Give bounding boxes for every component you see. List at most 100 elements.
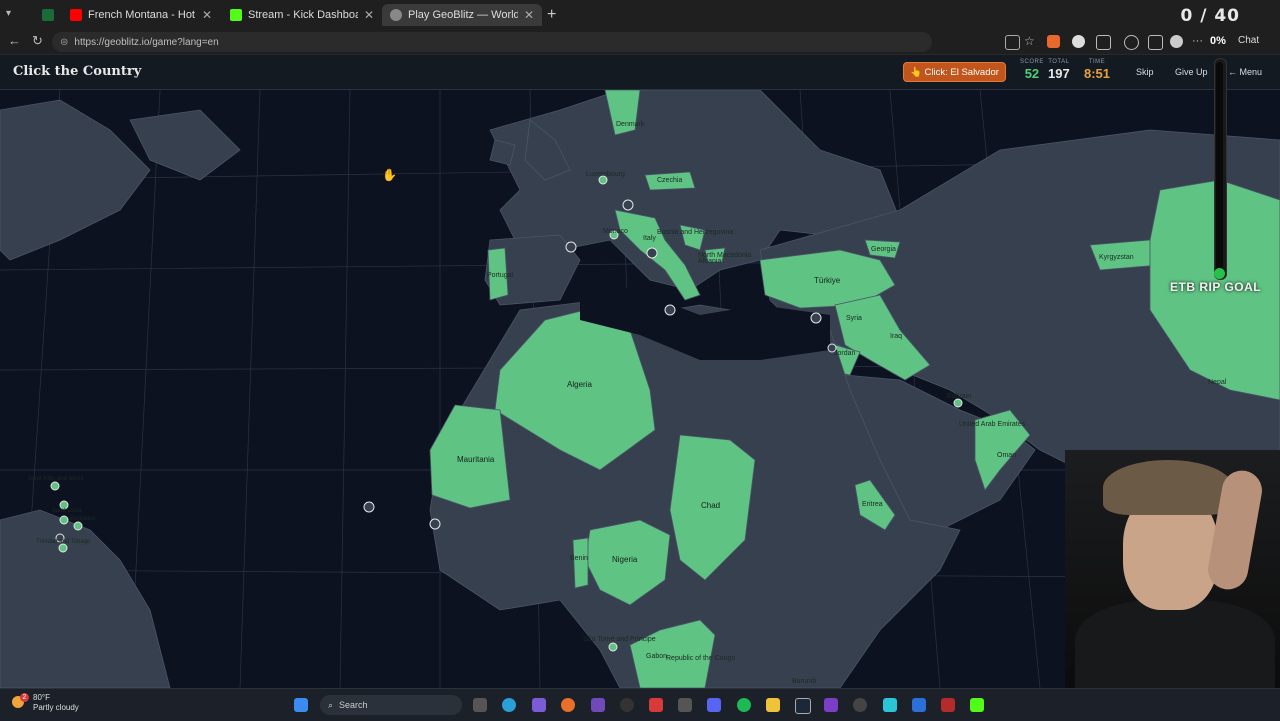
music-icon[interactable]: [678, 698, 692, 712]
obs-icon[interactable]: [620, 698, 634, 712]
fx-icon[interactable]: [912, 698, 926, 712]
tab-pinned[interactable]: [34, 4, 56, 26]
more-menu-icon[interactable]: ···: [1192, 35, 1205, 48]
time-label: TIME: [1088, 59, 1106, 65]
stream-goal-indicator: [1214, 268, 1225, 279]
webcam-overlay: [1065, 450, 1280, 688]
label-bahrain: Bahrain: [947, 393, 972, 400]
valorant-icon[interactable]: [941, 698, 955, 712]
firefox-icon[interactable]: [561, 698, 575, 712]
discord-icon[interactable]: [707, 698, 721, 712]
weather-temp: 80°F: [33, 693, 50, 702]
task-view-icon[interactable]: [473, 698, 487, 712]
app-purple-icon[interactable]: [591, 698, 605, 712]
stream-goal-text: ETB RIP GOAL: [1170, 280, 1262, 294]
label-benin: Benin: [570, 555, 588, 562]
app-violet-icon[interactable]: [824, 698, 838, 712]
total-stat: TOTAL 197: [1048, 59, 1070, 81]
time-stat: TIME 8:51: [1084, 59, 1110, 81]
label-luxembourg: Luxembourg: [586, 171, 625, 178]
extension-diamond-icon[interactable]: [1072, 35, 1085, 48]
kick-icon: [230, 9, 242, 21]
label-sao-tome: São Tomé and Príncipe: [583, 636, 656, 643]
label-denmark: Denmark: [616, 121, 645, 128]
extension-puzzle-icon[interactable]: [1096, 35, 1111, 50]
browser-tab-strip: ▾ French Montana - Hot Boy Bling ft ✕ St…: [0, 0, 1280, 30]
close-icon[interactable]: ✕: [364, 8, 374, 22]
geoblitz-icon: [390, 9, 402, 21]
label-iraq: Iraq: [890, 333, 903, 340]
chat-button[interactable]: Chat: [1238, 35, 1259, 46]
reload-icon[interactable]: ↻: [32, 33, 43, 49]
label-burundi: Burundi: [792, 678, 817, 685]
skip-button[interactable]: Skip: [1136, 67, 1154, 77]
steam-icon[interactable]: [795, 698, 811, 714]
taskbar-search[interactable]: ⌕ Search: [320, 695, 462, 715]
score-stat: SCORE 52: [1020, 59, 1044, 81]
tab-search-chevron-icon[interactable]: ▾: [6, 8, 22, 22]
label-nepal: Nepal: [1208, 379, 1227, 386]
favorites-icon[interactable]: [1148, 35, 1163, 50]
back-arrow-icon[interactable]: ←: [8, 33, 21, 48]
close-icon[interactable]: ✕: [524, 8, 534, 22]
give-up-button[interactable]: Give Up: [1175, 67, 1208, 77]
spotify-icon[interactable]: [737, 698, 751, 712]
menu-button[interactable]: ← Menu: [1228, 67, 1262, 77]
time-value: 8:51: [1084, 66, 1111, 81]
edge-icon[interactable]: [502, 698, 516, 712]
address-bar-row: ← ↻ ⊜ https://geoblitz.io/game?lang=en ☆…: [0, 30, 1280, 55]
file-explorer-icon[interactable]: [766, 698, 780, 712]
windows-taskbar: 2 80°F Partly cloudy ⌕ Search: [0, 688, 1280, 721]
profile-avatar[interactable]: [1170, 35, 1183, 48]
weather-badge: 2: [20, 693, 29, 702]
label-chad: Chad: [701, 501, 721, 510]
new-tab-plus-icon[interactable]: +: [547, 6, 556, 24]
tab-geoblitz[interactable]: Play GeoBlitz — World Geography ✕: [382, 4, 542, 26]
label-albania: Albania: [698, 258, 722, 265]
score-label: SCORE: [1020, 59, 1044, 65]
label-saint-kitts: Saint Kitts and Nevis: [28, 476, 84, 482]
tab-youtube[interactable]: French Montana - Hot Boy Bling ft ✕: [62, 4, 220, 26]
search-placeholder: Search: [339, 700, 368, 710]
label-georgia: Georgia: [871, 246, 896, 253]
star-icon[interactable]: ☆: [1024, 35, 1037, 48]
label-saint-lucia: Saint Lucia: [52, 508, 82, 514]
label-italy: Italy: [643, 235, 656, 242]
label-gabon: Gabon: [646, 653, 668, 660]
reader-icon[interactable]: [1005, 35, 1020, 50]
label-mauritania: Mauritania: [457, 455, 495, 464]
app-dark-icon[interactable]: [853, 698, 867, 712]
overlay-counter: 0 / 40: [1180, 6, 1240, 26]
app-red-icon[interactable]: [649, 698, 663, 712]
extension-gear-icon[interactable]: [1124, 35, 1139, 50]
kick-app-icon[interactable]: [970, 698, 984, 712]
label-barbados: Barbados: [70, 516, 96, 522]
weather-desc: Partly cloudy: [33, 703, 79, 712]
page-title: Click the Country: [13, 64, 142, 79]
label-portugal: Portugal: [487, 272, 514, 279]
tab-label: French Montana - Hot Boy Bling ft: [88, 9, 196, 21]
youtube-icon: [70, 9, 82, 21]
total-value: 197: [1048, 66, 1070, 81]
tab-label: Stream - Kick Dashboard: [248, 9, 358, 21]
copilot-icon[interactable]: [532, 698, 546, 712]
label-trinidad: Trinidad and Tobago: [36, 539, 91, 545]
label-czechia: Czechia: [657, 177, 683, 184]
label-algeria: Algeria: [567, 380, 592, 389]
streamer-torso: [1075, 600, 1275, 688]
label-turkiye: Türkiye: [814, 276, 841, 285]
label-uae: United Arab Emirates: [959, 421, 1026, 428]
app-cyan-icon[interactable]: [883, 698, 897, 712]
sheet-icon: [42, 9, 54, 21]
zoom-percent: 0%: [1210, 35, 1226, 47]
site-info-icon: ⊜: [60, 36, 69, 48]
url-text: https://geoblitz.io/game?lang=en: [74, 36, 219, 48]
search-icon: ⌕: [328, 699, 334, 710]
url-field[interactable]: ⊜ https://geoblitz.io/game?lang=en: [52, 32, 932, 52]
tab-kick[interactable]: Stream - Kick Dashboard ✕: [222, 4, 382, 26]
extension-fox-icon[interactable]: [1047, 35, 1060, 48]
weather-widget[interactable]: 80°F Partly cloudy: [33, 693, 79, 713]
stream-goal-track: [1216, 62, 1223, 276]
windows-start-icon[interactable]: [294, 698, 308, 712]
close-icon[interactable]: ✕: [202, 8, 212, 22]
